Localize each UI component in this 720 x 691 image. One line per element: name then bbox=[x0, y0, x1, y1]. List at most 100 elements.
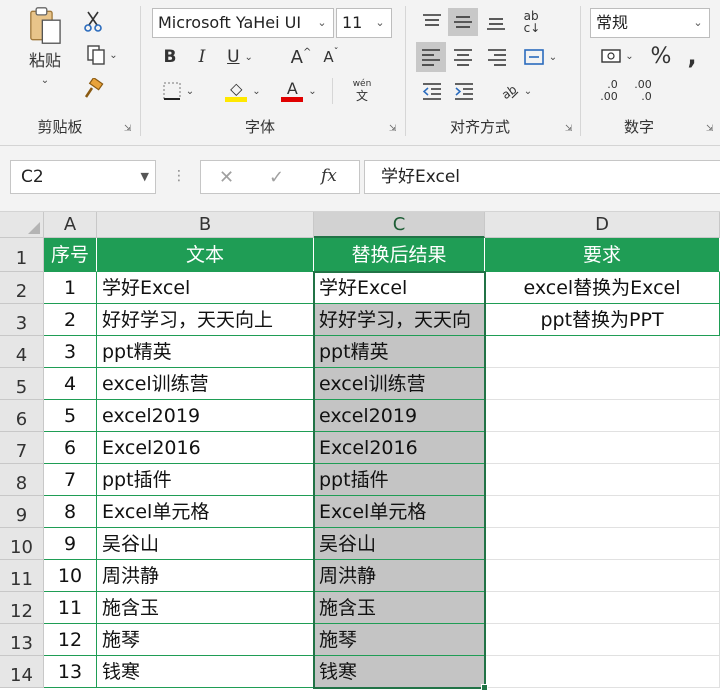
column-header-a[interactable]: A bbox=[44, 212, 97, 238]
comma-button[interactable]: , bbox=[680, 42, 704, 70]
phonetic-button[interactable]: wén 文 bbox=[342, 76, 382, 106]
cell-d10[interactable] bbox=[485, 528, 720, 560]
row-header-1[interactable]: 1 bbox=[0, 238, 44, 272]
cell-b8[interactable]: ppt插件 bbox=[97, 464, 314, 496]
cell-b7[interactable]: Excel2016 bbox=[97, 432, 314, 464]
row-header-7[interactable]: 7 bbox=[0, 432, 44, 464]
cell-c3[interactable]: 好好学习，天天向 bbox=[314, 304, 485, 336]
cell-a5[interactable]: 4 bbox=[44, 368, 97, 400]
cell-a3[interactable]: 2 bbox=[44, 304, 97, 336]
percent-button[interactable]: % bbox=[646, 42, 676, 70]
cell-c5[interactable]: excel训练营 bbox=[314, 368, 485, 400]
font-launcher-icon[interactable]: ⇲ bbox=[389, 124, 399, 134]
formula-input[interactable]: 学好Excel bbox=[364, 160, 720, 194]
cell-a10[interactable]: 9 bbox=[44, 528, 97, 560]
copy-button[interactable]: ⌄ bbox=[80, 42, 124, 68]
align-top-button[interactable] bbox=[418, 8, 446, 36]
cell-b6[interactable]: excel2019 bbox=[97, 400, 314, 432]
decrease-decimal-button[interactable]: .00 .0 bbox=[628, 76, 658, 106]
row-header-6[interactable]: 6 bbox=[0, 400, 44, 432]
name-box[interactable]: C2 ▼ bbox=[10, 160, 156, 194]
cell-d4[interactable] bbox=[485, 336, 720, 368]
number-launcher-icon[interactable]: ⇲ bbox=[706, 124, 716, 134]
align-middle-button[interactable] bbox=[448, 8, 478, 36]
cell-d2[interactable]: excel替换为Excel bbox=[485, 272, 720, 304]
fill-color-button[interactable]: ◇ ⌄ bbox=[220, 78, 266, 104]
cell-b11[interactable]: 周洪静 bbox=[97, 560, 314, 592]
cell-b9[interactable]: Excel单元格 bbox=[97, 496, 314, 528]
cell-d13[interactable] bbox=[485, 624, 720, 656]
cell-d11[interactable] bbox=[485, 560, 720, 592]
cell-a6[interactable]: 5 bbox=[44, 400, 97, 432]
column-header-d[interactable]: D bbox=[485, 212, 720, 238]
row-header-5[interactable]: 5 bbox=[0, 368, 44, 400]
cell-c4[interactable]: ppt精英 bbox=[314, 336, 485, 368]
row-header-2[interactable]: 2 bbox=[0, 272, 44, 304]
clipboard-launcher-icon[interactable]: ⇲ bbox=[124, 124, 134, 134]
row-header-11[interactable]: 11 bbox=[0, 560, 44, 592]
cell-a11[interactable]: 10 bbox=[44, 560, 97, 592]
cell-d14[interactable] bbox=[485, 656, 720, 688]
column-header-b[interactable]: B bbox=[97, 212, 314, 238]
fill-handle[interactable] bbox=[481, 684, 488, 691]
cell-c7[interactable]: Excel2016 bbox=[314, 432, 485, 464]
header-cell-d[interactable]: 要求 bbox=[485, 238, 720, 272]
row-header-4[interactable]: 4 bbox=[0, 336, 44, 368]
cell-c6[interactable]: excel2019 bbox=[314, 400, 485, 432]
row-header-12[interactable]: 12 bbox=[0, 592, 44, 624]
shrink-font-button[interactable]: Aˇ bbox=[318, 44, 344, 70]
cell-d3[interactable]: ppt替换为PPT bbox=[485, 304, 720, 336]
cell-c9[interactable]: Excel单元格 bbox=[314, 496, 485, 528]
cell-c12[interactable]: 施含玉 bbox=[314, 592, 485, 624]
cell-b10[interactable]: 吴谷山 bbox=[97, 528, 314, 560]
cell-c11[interactable]: 周洪静 bbox=[314, 560, 485, 592]
format-painter-button[interactable] bbox=[80, 76, 106, 102]
header-cell-a[interactable]: 序号 bbox=[44, 238, 97, 272]
bold-button[interactable]: B bbox=[158, 44, 182, 70]
accounting-format-button[interactable]: ⌄ bbox=[594, 42, 640, 70]
cell-b4[interactable]: ppt精英 bbox=[97, 336, 314, 368]
cell-b12[interactable]: 施含玉 bbox=[97, 592, 314, 624]
decrease-indent-button[interactable] bbox=[418, 78, 446, 104]
row-header-14[interactable]: 14 bbox=[0, 656, 44, 688]
cell-b5[interactable]: excel训练营 bbox=[97, 368, 314, 400]
cell-c8[interactable]: ppt插件 bbox=[314, 464, 485, 496]
row-header-13[interactable]: 13 bbox=[0, 624, 44, 656]
header-cell-c[interactable]: 替换后结果 bbox=[314, 238, 485, 272]
cell-a12[interactable]: 11 bbox=[44, 592, 97, 624]
insert-function-icon[interactable]: fx bbox=[321, 166, 337, 186]
align-center-button[interactable] bbox=[448, 42, 478, 72]
align-left-button[interactable] bbox=[416, 42, 446, 72]
italic-button[interactable]: I bbox=[190, 44, 214, 70]
increase-indent-button[interactable] bbox=[450, 78, 478, 104]
grow-font-button[interactable]: A ^ bbox=[288, 44, 314, 70]
cell-d9[interactable] bbox=[485, 496, 720, 528]
cell-c14[interactable]: 钱寒 bbox=[314, 656, 485, 688]
cell-d5[interactable] bbox=[485, 368, 720, 400]
font-size-select[interactable]: 11 ⌄ bbox=[336, 8, 392, 38]
cell-a8[interactable]: 7 bbox=[44, 464, 97, 496]
cell-b3[interactable]: 好好学习，天天向上 bbox=[97, 304, 314, 336]
align-bottom-button[interactable] bbox=[482, 8, 510, 36]
alignment-launcher-icon[interactable]: ⇲ bbox=[565, 124, 575, 134]
cell-d8[interactable] bbox=[485, 464, 720, 496]
cut-button[interactable] bbox=[80, 8, 106, 34]
row-header-3[interactable]: 3 bbox=[0, 304, 44, 336]
select-all-button[interactable] bbox=[0, 212, 44, 238]
increase-decimal-button[interactable]: .0 .00 bbox=[594, 76, 624, 106]
cell-c13[interactable]: 施琴 bbox=[314, 624, 485, 656]
header-cell-b[interactable]: 文本 bbox=[97, 238, 314, 272]
cell-d6[interactable] bbox=[485, 400, 720, 432]
cell-a14[interactable]: 13 bbox=[44, 656, 97, 688]
font-color-button[interactable]: A ⌄ bbox=[276, 78, 322, 104]
cell-c2[interactable]: 学好Excel bbox=[314, 272, 485, 304]
row-header-10[interactable]: 10 bbox=[0, 528, 44, 560]
cell-a9[interactable]: 8 bbox=[44, 496, 97, 528]
underline-button[interactable]: U ⌄ bbox=[220, 44, 260, 70]
borders-button[interactable]: ⌄ bbox=[156, 78, 200, 104]
more-options-icon[interactable]: ⋮ bbox=[172, 168, 186, 184]
confirm-icon[interactable]: ✓ bbox=[269, 167, 284, 188]
merge-center-button[interactable]: ⌄ bbox=[516, 42, 564, 72]
cell-a13[interactable]: 12 bbox=[44, 624, 97, 656]
row-header-9[interactable]: 9 bbox=[0, 496, 44, 528]
